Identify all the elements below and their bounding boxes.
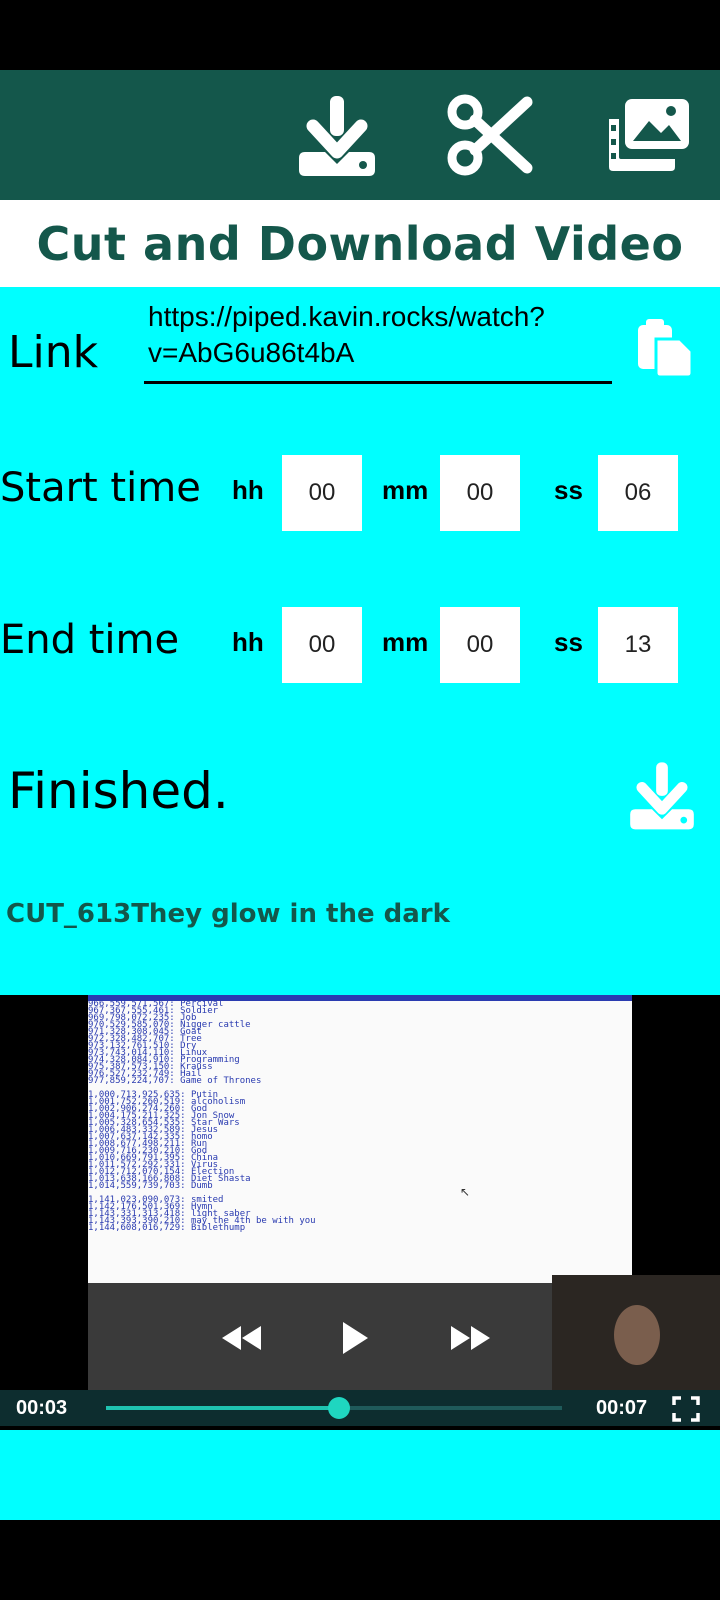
end-time-row: End time hh 00 mm 00 ss 13 bbox=[0, 607, 720, 683]
fast-forward-button[interactable] bbox=[446, 1313, 496, 1363]
status-text: Finished. bbox=[8, 762, 229, 820]
end-time-label: End time bbox=[0, 617, 180, 663]
seek-progress bbox=[106, 1406, 339, 1410]
mouse-pointer-icon: ↖ bbox=[460, 1185, 471, 1199]
end-mm-label: mm bbox=[382, 627, 429, 657]
gallery-icon[interactable] bbox=[604, 90, 694, 180]
fullscreen-icon[interactable] bbox=[672, 1396, 700, 1422]
start-mm-field[interactable]: 00 bbox=[440, 455, 520, 531]
end-mm-field[interactable]: 00 bbox=[440, 607, 520, 683]
total-time: 00:07 bbox=[596, 1397, 648, 1419]
end-ss-label: ss bbox=[554, 627, 583, 657]
video-player[interactable]: 966,559,571,567: Percival 967,367,555,46… bbox=[0, 995, 720, 1430]
link-label: Link bbox=[8, 327, 99, 378]
video-frame: 966,559,571,567: Percival 967,367,555,46… bbox=[88, 995, 632, 1283]
start-hh-label: hh bbox=[232, 475, 264, 505]
page-title: Cut and Download Video bbox=[36, 216, 684, 271]
start-mm-label: mm bbox=[382, 475, 429, 505]
end-hh-field[interactable]: 00 bbox=[282, 607, 362, 683]
output-filename: CUT_613They glow in the dark bbox=[6, 899, 450, 929]
start-hh-field[interactable]: 00 bbox=[282, 455, 362, 531]
download-icon[interactable] bbox=[624, 759, 700, 831]
current-time: 00:03 bbox=[16, 1397, 68, 1419]
seek-bar-area: 00:03 00:07 bbox=[0, 1390, 720, 1426]
webcam-overlay bbox=[552, 1275, 720, 1401]
start-time-label: Start time bbox=[0, 465, 201, 511]
link-value-line-2: v=AbG6u86t4bA bbox=[148, 337, 355, 368]
seek-thumb[interactable] bbox=[328, 1397, 350, 1419]
top-toolbar bbox=[0, 70, 720, 200]
start-time-row: Start time hh 00 mm 00 ss 06 bbox=[0, 455, 720, 531]
link-value-line-1: https://piped.kavin.rocks/watch? bbox=[148, 301, 545, 332]
video-frame-text: 966,559,571,567: Percival 967,367,555,46… bbox=[88, 999, 316, 1233]
scissors-icon[interactable] bbox=[444, 90, 534, 180]
bottom-panel bbox=[0, 1430, 720, 1520]
link-input[interactable]: https://piped.kavin.rocks/watch? v=AbG6u… bbox=[148, 299, 608, 371]
paste-icon[interactable] bbox=[636, 319, 696, 379]
webcam-person bbox=[614, 1305, 660, 1365]
end-hh-label: hh bbox=[232, 627, 264, 657]
download-icon[interactable] bbox=[292, 90, 382, 180]
title-bar: Cut and Download Video bbox=[0, 200, 720, 287]
cut-form-panel: Link https://piped.kavin.rocks/watch? v=… bbox=[0, 287, 720, 995]
start-ss-label: ss bbox=[554, 475, 583, 505]
end-ss-field[interactable]: 13 bbox=[598, 607, 678, 683]
play-button[interactable] bbox=[330, 1313, 380, 1363]
start-ss-field[interactable]: 06 bbox=[598, 455, 678, 531]
rewind-button[interactable] bbox=[216, 1313, 266, 1363]
link-input-underline bbox=[144, 381, 612, 384]
